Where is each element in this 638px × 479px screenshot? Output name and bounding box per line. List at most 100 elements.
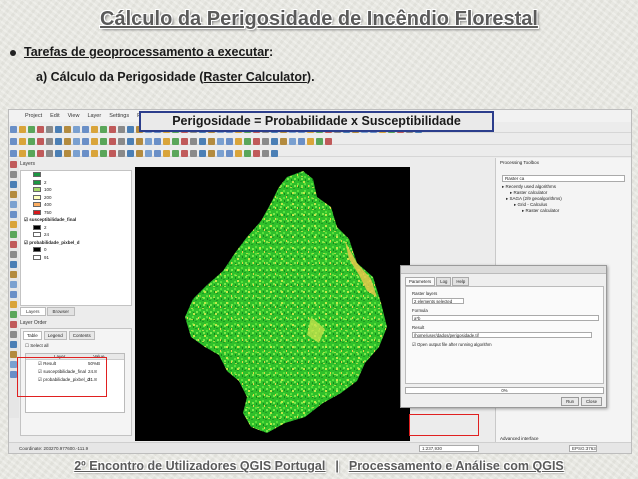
tab-table[interactable]: Table [23,331,42,340]
tool-icon[interactable] [10,138,17,145]
dialog-tab-parameters[interactable]: Parameters [405,277,436,286]
tool-icon[interactable] [190,138,197,145]
tool-icon[interactable] [10,351,17,358]
menu-item-0[interactable]: Project [25,113,42,119]
dialog-tab-log[interactable]: Log [436,277,452,286]
tool-icon[interactable] [10,261,17,268]
tool-icon[interactable] [181,138,188,145]
tool-icon[interactable] [172,138,179,145]
tool-icon[interactable] [10,221,17,228]
tool-icon[interactable] [82,126,89,133]
tool-icon[interactable] [10,371,17,378]
tab-contents[interactable]: Contents [68,331,95,340]
tool-icon[interactable] [217,138,224,145]
open-output-check[interactable]: ☑ Open output file after running algorit… [412,342,492,348]
panel-tab-layers[interactable]: Layers [20,307,46,316]
tool-icon[interactable] [55,150,62,157]
tool-icon[interactable] [100,138,107,145]
tool-icon[interactable] [19,150,26,157]
tool-icon[interactable] [46,138,53,145]
status-scale[interactable]: 1:237,930 [419,445,479,452]
tool-icon[interactable] [28,150,35,157]
tool-icon[interactable] [127,126,134,133]
tool-icon[interactable] [109,126,116,133]
raster-layers-field[interactable]: 2 elements selected [412,298,464,304]
tool-icon[interactable] [37,138,44,145]
tool-icon[interactable] [190,150,197,157]
tool-icon[interactable] [10,271,17,278]
map-canvas[interactable] [135,167,410,441]
tool-icon[interactable] [91,126,98,133]
tool-icon[interactable] [10,361,17,368]
tool-icon[interactable] [271,138,278,145]
tool-icon[interactable] [10,341,17,348]
tool-icon[interactable] [307,138,314,145]
tool-icon[interactable] [127,138,134,145]
tool-icon[interactable] [10,321,17,328]
tool-icon[interactable] [10,161,17,168]
tool-icon[interactable] [289,138,296,145]
tool-icon[interactable] [226,150,233,157]
tool-icon[interactable] [10,291,17,298]
tool-icon[interactable] [10,191,17,198]
tool-icon[interactable] [73,138,80,145]
tool-icon[interactable] [10,331,17,338]
panel-tab-browser[interactable]: Browser [46,307,76,316]
tool-icon[interactable] [10,251,17,258]
tool-icon[interactable] [262,150,269,157]
tool-icon[interactable] [118,150,125,157]
tool-icon[interactable] [208,150,215,157]
tool-icon[interactable] [10,211,17,218]
tool-icon[interactable] [28,138,35,145]
tool-icon[interactable] [37,126,44,133]
tool-icon[interactable] [46,150,53,157]
tool-icon[interactable] [19,126,26,133]
tool-icon[interactable] [64,150,71,157]
tool-icon[interactable] [10,126,17,133]
tool-icon[interactable] [118,138,125,145]
tool-icon[interactable] [73,150,80,157]
select-all-check[interactable]: ☐ Select all [21,340,131,352]
tool-icon[interactable] [64,126,71,133]
tool-icon[interactable] [10,281,17,288]
tool-icon[interactable] [145,138,152,145]
tool-icon[interactable] [154,138,161,145]
toolbox-search-input[interactable]: Raster ca [502,175,625,182]
tool-icon[interactable] [127,150,134,157]
tool-icon[interactable] [73,126,80,133]
tool-icon[interactable] [100,150,107,157]
tool-icon[interactable] [19,138,26,145]
tool-icon[interactable] [325,138,332,145]
tool-icon[interactable] [244,138,251,145]
status-crs[interactable]: EPSG:3763 [569,445,597,452]
tool-icon[interactable] [100,126,107,133]
tool-icon[interactable] [10,150,17,157]
output-path-input[interactable]: /home/user/dados/perigosidade.tif [412,332,592,338]
tool-icon[interactable] [181,150,188,157]
tool-icon[interactable] [46,126,53,133]
tool-icon[interactable] [109,150,116,157]
raster-calculator-link[interactable]: Raster Calculator [203,70,307,84]
tool-icon[interactable] [10,181,17,188]
tool-icon[interactable] [10,241,17,248]
tool-icon[interactable] [82,138,89,145]
tool-icon[interactable] [136,138,143,145]
tool-icon[interactable] [10,301,17,308]
tool-icon[interactable] [118,126,125,133]
menu-item-3[interactable]: Layer [87,113,101,119]
tool-icon[interactable] [199,138,206,145]
run-button[interactable]: Run [561,397,579,406]
menu-item-1[interactable]: Edit [50,113,59,119]
tool-icon[interactable] [154,150,161,157]
tool-icon[interactable] [145,150,152,157]
tool-icon[interactable] [316,138,323,145]
tool-icon[interactable] [262,138,269,145]
tool-icon[interactable] [253,138,260,145]
tool-icon[interactable] [172,150,179,157]
formula-input[interactable]: a*b [412,315,599,321]
tool-icon[interactable] [10,231,17,238]
tab-legend[interactable]: Legend [43,331,67,340]
layer-group-row[interactable]: ☑ probabilidade_pixbel_d [21,239,131,247]
tool-icon[interactable] [28,126,35,133]
tool-icon[interactable] [55,126,62,133]
